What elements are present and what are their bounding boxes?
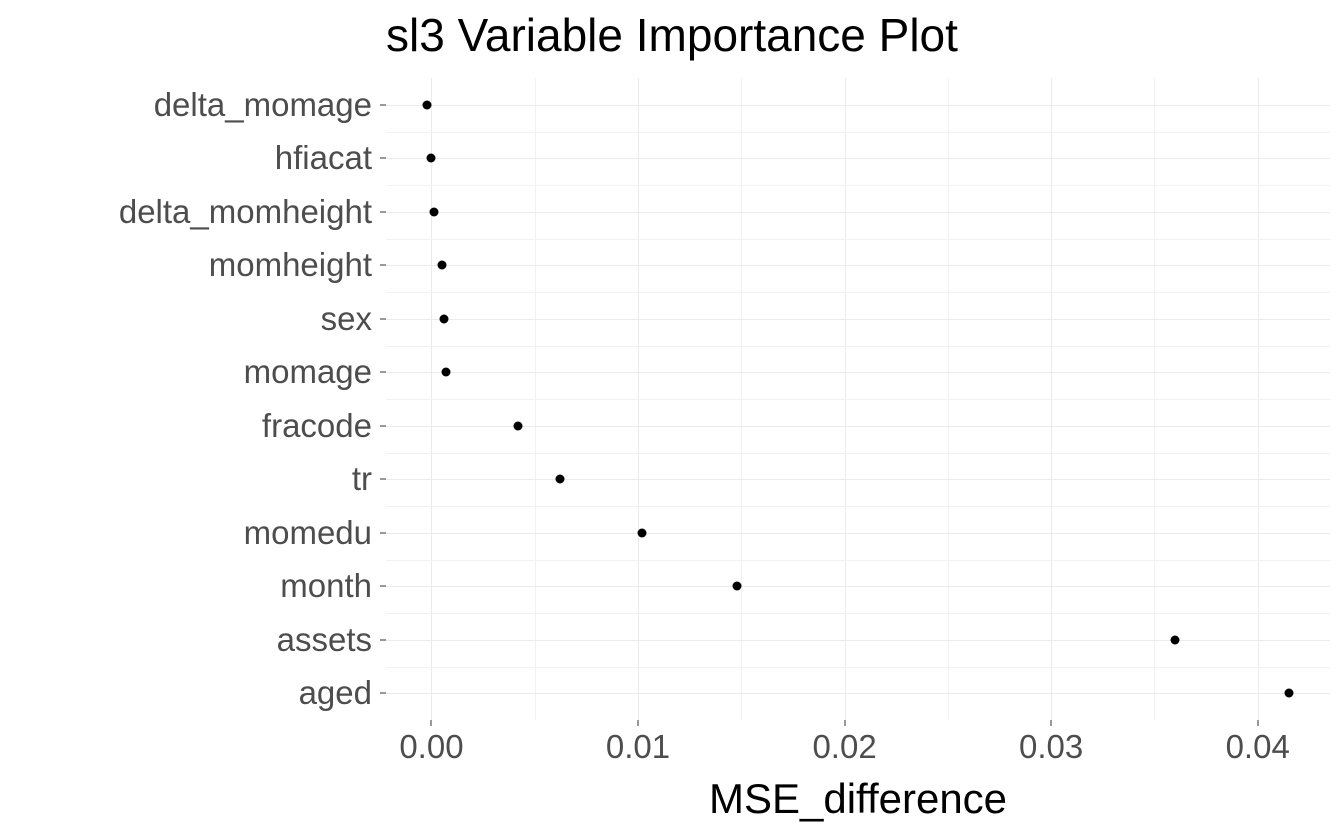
grid-minor-h	[386, 667, 1330, 668]
y-tick-label: delta_momheight	[119, 193, 372, 231]
y-tick-label: month	[280, 567, 372, 605]
grid-minor-h	[386, 453, 1330, 454]
x-tick-label: 0.02	[812, 728, 876, 766]
chart-container: sl3 Variable Importance Plot delta_momag…	[0, 0, 1344, 833]
y-tick-label: fracode	[262, 407, 372, 445]
x-tick-label: 0.00	[399, 728, 463, 766]
grid-minor-h	[386, 346, 1330, 347]
grid-major-h	[386, 372, 1330, 373]
grid-minor-h	[386, 506, 1330, 507]
chart-title: sl3 Variable Importance Plot	[0, 8, 1344, 62]
x-tick-mark	[431, 720, 432, 726]
grid-minor-h	[386, 560, 1330, 561]
y-tick-label: momedu	[244, 514, 372, 552]
plot-panel	[386, 78, 1330, 720]
data-point	[439, 314, 448, 323]
x-tick-label: 0.03	[1019, 728, 1083, 766]
data-point	[423, 100, 432, 109]
data-point	[1171, 635, 1180, 644]
grid-major-h	[386, 158, 1330, 159]
y-tick-label: momage	[244, 353, 372, 391]
data-point	[427, 154, 436, 163]
grid-major-h	[386, 212, 1330, 213]
grid-minor-h	[386, 132, 1330, 133]
data-point	[441, 368, 450, 377]
y-tick-label: assets	[277, 621, 372, 659]
x-tick-mark	[1051, 720, 1052, 726]
data-point	[733, 582, 742, 591]
x-tick-mark	[638, 720, 639, 726]
data-point	[638, 528, 647, 537]
grid-major-h	[386, 586, 1330, 587]
grid-minor-h	[386, 185, 1330, 186]
x-tick-mark	[1257, 720, 1258, 726]
grid-major-h	[386, 426, 1330, 427]
grid-major-h	[386, 105, 1330, 106]
y-tick-label: momheight	[209, 246, 372, 284]
grid-minor-h	[386, 239, 1330, 240]
x-tick-label: 0.01	[606, 728, 670, 766]
y-tick-label: sex	[321, 300, 372, 338]
grid-major-h	[386, 319, 1330, 320]
x-tick-mark	[844, 720, 845, 726]
grid-major-h	[386, 265, 1330, 266]
grid-major-h	[386, 640, 1330, 641]
data-point	[429, 207, 438, 216]
data-point	[514, 421, 523, 430]
grid-minor-h	[386, 399, 1330, 400]
grid-major-h	[386, 693, 1330, 694]
y-tick-label: hfiacat	[275, 139, 372, 177]
grid-minor-h	[386, 613, 1330, 614]
x-axis-label: MSE_difference	[386, 775, 1330, 823]
x-tick-label: 0.04	[1226, 728, 1290, 766]
grid-major-h	[386, 533, 1330, 534]
y-tick-label: delta_momage	[154, 86, 372, 124]
grid-minor-h	[386, 292, 1330, 293]
y-tick-label: aged	[299, 674, 372, 712]
grid-major-h	[386, 479, 1330, 480]
data-point	[437, 261, 446, 270]
data-point	[555, 475, 564, 484]
y-tick-label: tr	[352, 460, 372, 498]
data-point	[1284, 689, 1293, 698]
